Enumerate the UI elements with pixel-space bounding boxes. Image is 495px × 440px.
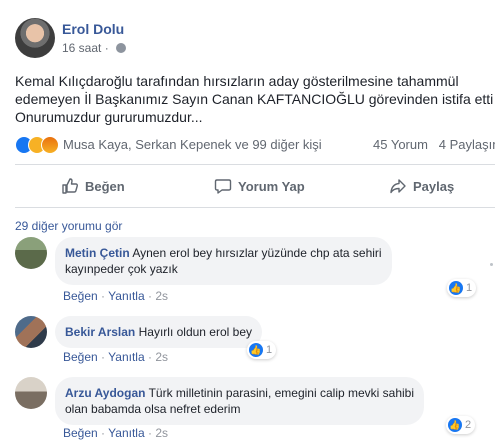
comment-like-number: 1 — [266, 344, 273, 356]
more-comments-link[interactable]: 29 diğer yorumu gör — [15, 219, 122, 233]
like-icon: 👍 — [249, 343, 263, 357]
comment-options-icon[interactable] — [490, 263, 493, 266]
globe-icon — [116, 43, 127, 53]
comment-bubble: Bekir Arslan Hayırlı oldun erol bey — [55, 316, 262, 348]
reactors-text[interactable]: Musa Kaya, Serkan Kepenek ve 99 diğer ki… — [63, 137, 322, 152]
comment-actions: Beğen · Yanıtla · 2s — [63, 289, 168, 303]
post-text-line: Kemal Kılıçdaroğlu tarafından hırsızları… — [15, 73, 459, 89]
commenter-avatar[interactable] — [15, 377, 47, 409]
thumbs-up-icon — [62, 178, 78, 194]
commenter-avatar[interactable] — [15, 316, 47, 348]
comment-like-link[interactable]: Beğen — [63, 289, 98, 303]
commenter-avatar[interactable] — [15, 237, 47, 269]
share-button-label: Paylaş — [413, 178, 455, 194]
post-text-line: edemeyen İl Başkanımız Sayın Canan KAFTA… — [15, 91, 494, 107]
divider — [15, 164, 495, 165]
separator-dot: · — [101, 350, 106, 364]
comment-time[interactable]: 2s — [155, 289, 168, 303]
commenter-name[interactable]: Bekir Arslan — [65, 325, 135, 339]
comment-like-number: 1 — [466, 282, 473, 294]
comment-time[interactable]: 2s — [155, 426, 168, 440]
author-name[interactable]: Erol Dolu — [62, 21, 124, 37]
comment-text: olan babamda olsa nefret ederim — [65, 402, 241, 416]
commenter-name[interactable]: Arzu Aydogan — [65, 386, 145, 400]
comment-button-label: Yorum Yap — [238, 178, 305, 194]
commenter-name[interactable]: Metin Çetin — [65, 246, 130, 260]
comment-reply-link[interactable]: Yanıtla — [108, 350, 144, 364]
like-icon: 👍 — [448, 418, 462, 432]
comment-actions: Beğen · Yanıtla · 2s — [63, 350, 168, 364]
like-button[interactable]: Beğen — [61, 172, 125, 200]
comment-reply-link[interactable]: Yanıtla — [108, 426, 144, 440]
comment-bubble: Arzu Aydogan Türk milletinin parasini, e… — [55, 377, 425, 425]
post-meta: 16 saat · — [62, 41, 127, 55]
comment-reply-link[interactable]: Yanıtla — [108, 289, 144, 303]
share-button[interactable]: Paylaş — [389, 172, 454, 200]
reactions-bar: Musa Kaya, Serkan Kepenek ve 99 diğer ki… — [15, 136, 495, 154]
shares-count[interactable]: 4 Paylaşım — [439, 137, 495, 152]
angry-icon[interactable] — [41, 136, 59, 154]
comment-like-count[interactable]: 👍 2 — [446, 416, 476, 434]
separator-dot: · — [147, 426, 152, 440]
comment-like-count[interactable]: 👍 1 — [247, 341, 277, 359]
post-text: Kemal Kılıçdaroğlu tarafından hırsızları… — [15, 72, 494, 126]
post-time[interactable]: 16 saat — [62, 41, 101, 55]
comment-text: Türk milletinin parasini, emegini calip … — [148, 386, 415, 400]
comment-like-link[interactable]: Beğen — [63, 350, 98, 364]
comment-like-link[interactable]: Beğen — [63, 426, 98, 440]
post-text-line: Onurumuzdur gururumuzdur... — [15, 109, 203, 125]
like-button-label: Beğen — [85, 178, 125, 194]
comment-text: kayınpeder çok yazık — [65, 262, 178, 276]
comment-text: Aynen erol bey hırsızlar yüzünde chp ata… — [132, 246, 382, 260]
comments-count[interactable]: 45 Yorum — [373, 137, 428, 152]
comment-bubble: Metin Çetin Aynen erol bey hırsızlar yüz… — [55, 237, 392, 285]
author-avatar[interactable] — [15, 18, 55, 58]
share-icon — [390, 179, 406, 194]
post-counts: 45 Yorum 4 Paylaşım — [373, 137, 495, 152]
separator-dot: · — [147, 350, 152, 364]
comment-like-count[interactable]: 👍 1 — [447, 279, 477, 297]
comment-button[interactable]: Yorum Yap — [214, 172, 305, 200]
separator-dot: · — [101, 426, 106, 440]
separator-dot: · — [104, 41, 109, 55]
comment-time[interactable]: 2s — [155, 350, 168, 364]
comment-text: Hayırlı oldun erol bey — [138, 325, 252, 339]
divider — [15, 207, 495, 208]
comment-actions: Beğen · Yanıtla · 2s — [63, 426, 168, 440]
separator-dot: · — [147, 289, 152, 303]
comment-like-number: 2 — [465, 419, 472, 431]
like-icon: 👍 — [449, 281, 463, 295]
separator-dot: · — [101, 289, 106, 303]
action-bar: Beğen Yorum Yap Paylaş — [15, 172, 495, 200]
comment-icon — [214, 179, 232, 194]
post-card: Erol Dolu 16 saat · Kemal Kılıçdaroğlu t… — [0, 0, 495, 440]
